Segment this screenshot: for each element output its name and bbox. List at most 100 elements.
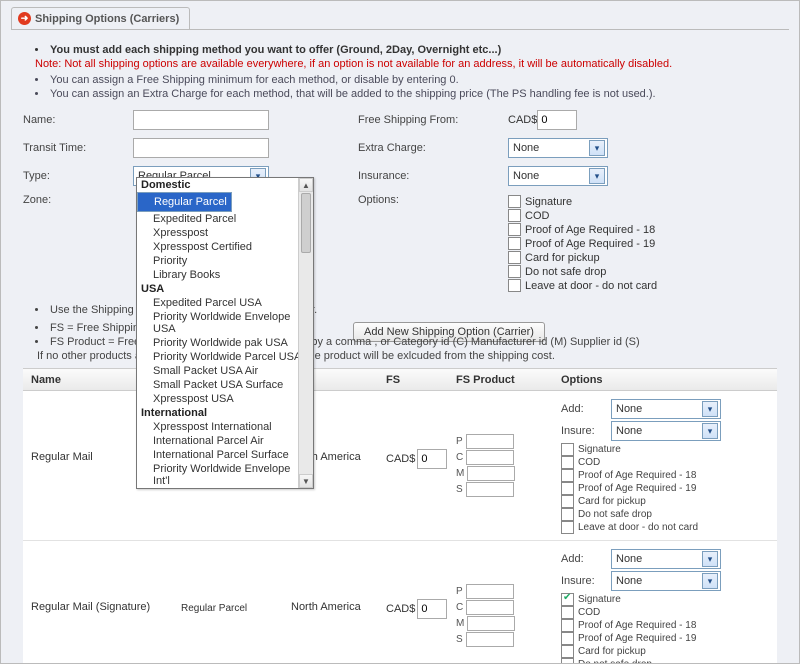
row-option-check[interactable]: Signature — [561, 593, 769, 606]
checkbox-icon[interactable] — [508, 237, 521, 250]
checkbox-icon[interactable] — [508, 195, 521, 208]
row-option-check[interactable]: Proof of Age Required - 19 — [561, 482, 769, 495]
dropdown-option[interactable]: Priority Worldwide pak USA — [137, 336, 313, 350]
option-check-label: Do not safe drop — [525, 266, 606, 278]
checkbox-icon[interactable] — [561, 469, 574, 482]
row-option-check[interactable]: Leave at door - do not card — [561, 521, 769, 534]
row-option-check[interactable]: Do not safe drop — [561, 508, 769, 521]
dropdown-scrollbar[interactable]: ▲ ▼ — [298, 178, 313, 488]
pcms-input-c[interactable] — [466, 600, 514, 615]
dropdown-option[interactable]: Xpresspost — [137, 226, 313, 240]
option-check-4[interactable]: Card for pickup — [508, 251, 657, 264]
option-check-0[interactable]: Signature — [508, 195, 657, 208]
insure-select[interactable]: None — [611, 571, 721, 591]
cell-name: Regular Mail (Signature) — [23, 547, 173, 613]
dropdown-option[interactable]: Small Packet USA Surface — [137, 378, 313, 392]
row-option-check[interactable]: Proof of Age Required - 19 — [561, 632, 769, 645]
row-option-check[interactable]: Card for pickup — [561, 645, 769, 658]
pcms-input-p[interactable] — [466, 584, 514, 599]
insurance-value: None — [513, 170, 539, 182]
dropdown-option[interactable]: Small Packet USA Air — [137, 364, 313, 378]
row-option-check[interactable]: COD — [561, 606, 769, 619]
fs-input[interactable] — [417, 449, 447, 469]
insurance-select[interactable]: None — [508, 166, 608, 186]
pcms-input-c[interactable] — [466, 450, 514, 465]
checkbox-icon[interactable] — [561, 593, 574, 606]
type-label: Type: — [23, 170, 133, 182]
pcms-label: P — [456, 436, 463, 447]
scroll-thumb[interactable] — [301, 193, 311, 253]
dropdown-group: International — [137, 406, 313, 420]
option-check-2[interactable]: Proof of Age Required - 18 — [508, 223, 657, 236]
row-option-check[interactable]: Proof of Age Required - 18 — [561, 619, 769, 632]
add-select[interactable]: None — [611, 549, 721, 569]
name-input[interactable] — [133, 110, 269, 130]
dropdown-option[interactable]: Xpresspost Certified — [137, 240, 313, 254]
checkbox-icon[interactable] — [508, 265, 521, 278]
checkbox-icon[interactable] — [508, 251, 521, 264]
checkbox-icon[interactable] — [561, 658, 574, 663]
cell-fs: CAD$ — [378, 397, 448, 469]
row-option-checklist: SignatureCODProof of Age Required - 18Pr… — [561, 443, 769, 534]
dropdown-option[interactable]: International Parcel Surface — [137, 448, 313, 462]
add-select[interactable]: None — [611, 399, 721, 419]
checkbox-icon[interactable] — [561, 645, 574, 658]
row-option-label: Proof of Age Required - 19 — [578, 633, 696, 644]
dropdown-option[interactable]: Xpresspost International — [137, 420, 313, 434]
row-option-label: Proof of Age Required - 18 — [578, 620, 696, 631]
dropdown-option[interactable]: Expedited Parcel — [137, 212, 313, 226]
row-option-check[interactable]: Proof of Age Required - 18 — [561, 469, 769, 482]
row-option-check[interactable]: Signature — [561, 443, 769, 456]
name-label: Name: — [23, 114, 133, 126]
row-option-label: COD — [578, 607, 600, 618]
row-option-label: Leave at door - do not card — [578, 522, 698, 533]
scroll-up-icon[interactable]: ▲ — [299, 178, 313, 192]
pcms-input-m[interactable] — [467, 466, 515, 481]
checkbox-icon[interactable] — [508, 279, 521, 292]
checkbox-icon[interactable] — [561, 495, 574, 508]
fs-from-input[interactable] — [537, 110, 577, 130]
transit-input[interactable] — [133, 138, 269, 158]
checkbox-icon[interactable] — [561, 443, 574, 456]
option-check-6[interactable]: Leave at door - do not card — [508, 279, 657, 292]
pcms-input-s[interactable] — [466, 482, 514, 497]
dropdown-option[interactable]: Expedited Parcel USA — [137, 296, 313, 310]
pcms-input-m[interactable] — [467, 616, 515, 631]
intro-strong: You must add each shipping method you wa… — [35, 44, 777, 56]
checkbox-icon[interactable] — [561, 456, 574, 469]
checkbox-icon[interactable] — [561, 521, 574, 534]
tab-shipping-options[interactable]: ➜ Shipping Options (Carriers) — [11, 7, 190, 29]
scroll-down-icon[interactable]: ▼ — [299, 474, 313, 488]
extra-charge-select[interactable]: None — [508, 138, 608, 158]
dropdown-option[interactable]: Library Books — [137, 268, 313, 282]
dropdown-option[interactable]: Priority Worldwide Envelope Int'l — [137, 462, 313, 488]
row-option-check[interactable]: Card for pickup — [561, 495, 769, 508]
checkbox-icon[interactable] — [508, 223, 521, 236]
pcms-input-p[interactable] — [466, 434, 514, 449]
dropdown-option[interactable]: Xpresspost USA — [137, 392, 313, 406]
th-options: Options — [553, 374, 777, 386]
dropdown-option[interactable]: International Parcel Air — [137, 434, 313, 448]
checkbox-icon[interactable] — [561, 482, 574, 495]
checkbox-icon[interactable] — [561, 619, 574, 632]
dropdown-option[interactable]: Priority Worldwide Parcel USA — [137, 350, 313, 364]
checkbox-icon[interactable] — [508, 209, 521, 222]
dropdown-group: Domestic — [137, 178, 313, 192]
type-dropdown-list[interactable]: ▲ ▼ DomesticRegular ParcelExpedited Parc… — [136, 177, 314, 489]
dropdown-option[interactable]: Regular Parcel — [137, 192, 232, 212]
dropdown-option[interactable]: Priority — [137, 254, 313, 268]
checkbox-icon[interactable] — [561, 508, 574, 521]
option-check-5[interactable]: Do not safe drop — [508, 265, 657, 278]
pcms-input-s[interactable] — [466, 632, 514, 647]
dropdown-option[interactable]: Priority Worldwide Envelope USA — [137, 310, 313, 336]
row-option-check[interactable]: Do not safe drop — [561, 658, 769, 663]
pcms-label: S — [456, 484, 463, 495]
option-check-3[interactable]: Proof of Age Required - 19 — [508, 237, 657, 250]
row-option-check[interactable]: COD — [561, 456, 769, 469]
add-label: Add: — [561, 553, 605, 565]
fs-input[interactable] — [417, 599, 447, 619]
checkbox-icon[interactable] — [561, 606, 574, 619]
insure-select[interactable]: None — [611, 421, 721, 441]
option-check-1[interactable]: COD — [508, 209, 657, 222]
checkbox-icon[interactable] — [561, 632, 574, 645]
